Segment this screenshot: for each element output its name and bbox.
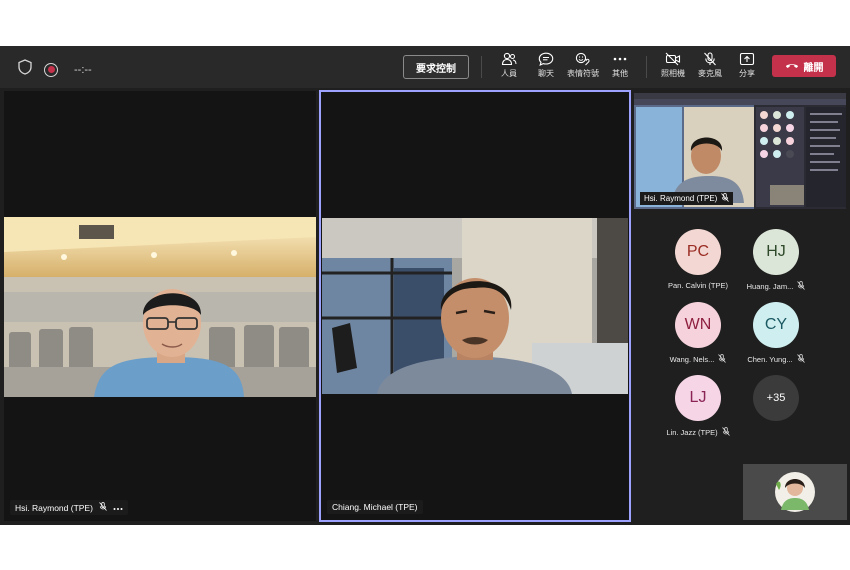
participant-name: Lin. Jazz (TPE) [666,428,718,437]
overflow-count: +35 [753,375,799,421]
more-options-icon[interactable] [113,503,123,513]
toolbar-divider [646,56,647,78]
participant-name: Hsi. Raymond (TPE) [15,502,93,513]
reactions-icon [565,52,601,66]
more-label: 其他 [612,69,628,78]
avatar-caption: Huang. Jam... [738,281,814,292]
mic-button[interactable]: 麥克風 [692,52,728,79]
camera-button[interactable]: 照相機 [655,52,691,79]
share-label: 分享 [739,69,755,78]
people-icon [491,52,527,66]
mic-label: 麥克風 [698,69,722,78]
meeting-window: --:-- 要求控制 人員 聊天 表情符號 其他 照相機 麥克風 分享 離開 H… [0,46,850,525]
avatar-initials: LJ [675,375,721,421]
avatar-initials: HJ [753,229,799,275]
avatar-initials: WN [675,302,721,348]
people-label: 人員 [501,69,517,78]
share-button[interactable]: 分享 [729,52,765,79]
self-view[interactable] [743,464,847,520]
camera-off-icon [655,52,691,66]
meeting-toolbar: --:-- 要求控制 人員 聊天 表情符號 其他 照相機 麥克風 分享 離開 [0,46,850,88]
leave-button[interactable]: 離開 [772,55,836,77]
toolbar-divider [481,56,482,78]
video-tile-center[interactable]: Chiang. Michael (TPE) [319,90,631,522]
share-icon [729,52,765,66]
participant-name-tag: Chiang. Michael (TPE) [327,500,423,514]
camera-label: 照相機 [661,69,685,78]
shield-icon [18,59,32,80]
participant-video [4,217,316,397]
shared-screen-thumbnail[interactable]: Hsi. Raymond (TPE) [634,93,846,209]
avatar-initials: CY [753,302,799,348]
participant-avatar-tile[interactable]: PC Pan. Calvin (TPE) [660,229,736,290]
video-tile-left[interactable]: Hsi. Raymond (TPE) [4,91,316,521]
participant-name: Pan. Calvin (TPE) [667,281,729,290]
overflow-participants-button[interactable]: +35 [738,375,814,421]
chat-icon [528,52,564,66]
mic-off-icon [721,427,730,438]
participant-name: Chiang. Michael (TPE) [332,502,418,512]
participant-avatar-tile[interactable]: CY Chen. Yung... [738,302,814,365]
phone-hangup-icon [785,61,799,72]
chat-button[interactable]: 聊天 [528,52,564,79]
reactions-label: 表情符號 [567,69,599,78]
mic-off-icon [797,281,806,292]
participant-name: Chen. Yung... [747,355,793,364]
participant-name: Wang. Nels... [669,355,715,364]
avatar-initials: PC [675,229,721,275]
more-icon [602,52,638,66]
mic-off-icon [718,354,727,365]
participant-name: Huang. Jam... [746,282,794,291]
mic-off-icon [721,193,730,204]
avatar-caption: Lin. Jazz (TPE) [660,427,736,438]
participant-name: Hsi. Raymond (TPE) [644,194,718,203]
mic-off-icon [796,354,805,365]
more-button[interactable]: 其他 [602,52,638,79]
recording-icon [44,62,58,77]
meeting-status: --:-- [18,59,92,80]
shared-screen-name-tag: Hsi. Raymond (TPE) [640,192,734,205]
mic-off-icon [692,52,728,66]
leave-label: 離開 [803,62,824,74]
participant-avatar-tile[interactable]: HJ Huang. Jam... [738,229,814,292]
participant-name-tag: Hsi. Raymond (TPE) [10,500,128,515]
participant-video [322,218,628,394]
meeting-timer: --:-- [74,63,92,76]
avatar-caption: Pan. Calvin (TPE) [660,281,736,290]
mic-off-icon [99,502,107,513]
reactions-button[interactable]: 表情符號 [565,52,601,79]
request-control-button[interactable]: 要求控制 [403,55,469,79]
participant-avatar-tile[interactable]: LJ Lin. Jazz (TPE) [660,375,736,438]
avatar-caption: Chen. Yung... [738,354,814,365]
people-button[interactable]: 人員 [491,52,527,79]
participant-avatar-tile[interactable]: WN Wang. Nels... [660,302,736,365]
chat-label: 聊天 [538,69,554,78]
avatar-caption: Wang. Nels... [660,354,736,365]
